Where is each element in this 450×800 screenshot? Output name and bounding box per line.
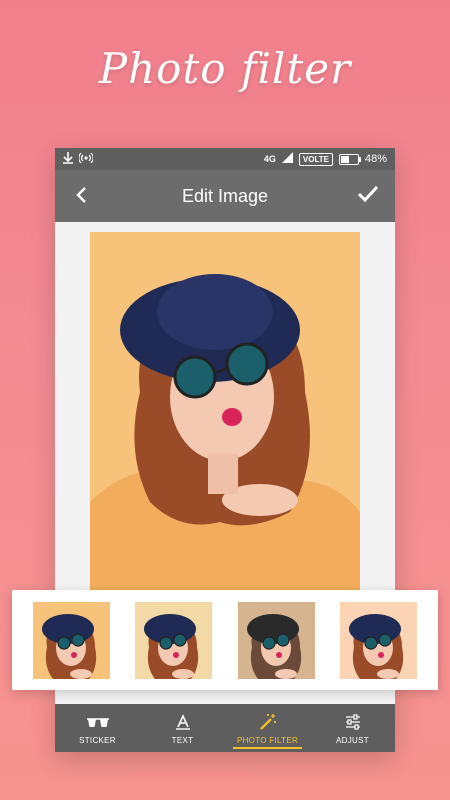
signal-icon: [281, 152, 293, 166]
portrait-image: [90, 232, 360, 604]
filter-thumbnail-soft[interactable]: [340, 601, 418, 679]
magic-wand-icon: [259, 712, 277, 732]
hero-title: Photo filter: [98, 44, 352, 93]
bottom-tab-bar: STICKER TEXT PHOTO FILTER ADJUST: [55, 704, 395, 752]
filter-preview-image: [32, 601, 110, 679]
confirm-button[interactable]: [355, 183, 381, 209]
tab-adjust[interactable]: ADJUST: [310, 704, 395, 752]
filter-thumbnail-warm[interactable]: [135, 601, 213, 679]
tab-text[interactable]: TEXT: [140, 704, 225, 752]
tab-label: STICKER: [79, 735, 116, 745]
checkmark-icon: [357, 185, 379, 203]
volte-badge: VOLTE: [298, 152, 333, 166]
tab-photo-filter[interactable]: PHOTO FILTER: [225, 704, 310, 752]
filter-preview-image: [135, 601, 213, 679]
page-title: Edit Image: [181, 185, 269, 206]
battery-icon: [338, 153, 361, 165]
download-icon: [63, 151, 73, 167]
sliders-icon: [345, 712, 361, 732]
network-type: 4G: [263, 154, 276, 164]
hotspot-icon: [78, 152, 94, 167]
sunglasses-icon: [86, 712, 110, 732]
filter-preview-image: [237, 601, 315, 679]
tab-label: PHOTO FILTER: [236, 735, 299, 745]
filter-preview-image: [340, 601, 418, 679]
back-button[interactable]: [69, 183, 95, 209]
filter-thumbnail-sepia[interactable]: [237, 601, 315, 679]
battery-percent: 48%: [364, 153, 387, 165]
edited-photo[interactable]: [90, 232, 360, 604]
arrow-left-icon: [76, 187, 86, 203]
tab-label: TEXT: [171, 735, 194, 745]
status-bar: 4G VOLTE 48%: [55, 148, 395, 170]
app-bar: Edit Image: [55, 170, 395, 222]
tab-label: ADJUST: [336, 735, 369, 745]
tab-sticker[interactable]: STICKER: [55, 704, 140, 752]
text-icon: [175, 712, 191, 732]
filter-thumbnail-original[interactable]: [32, 601, 110, 679]
filter-thumbnail-strip: [12, 590, 438, 690]
